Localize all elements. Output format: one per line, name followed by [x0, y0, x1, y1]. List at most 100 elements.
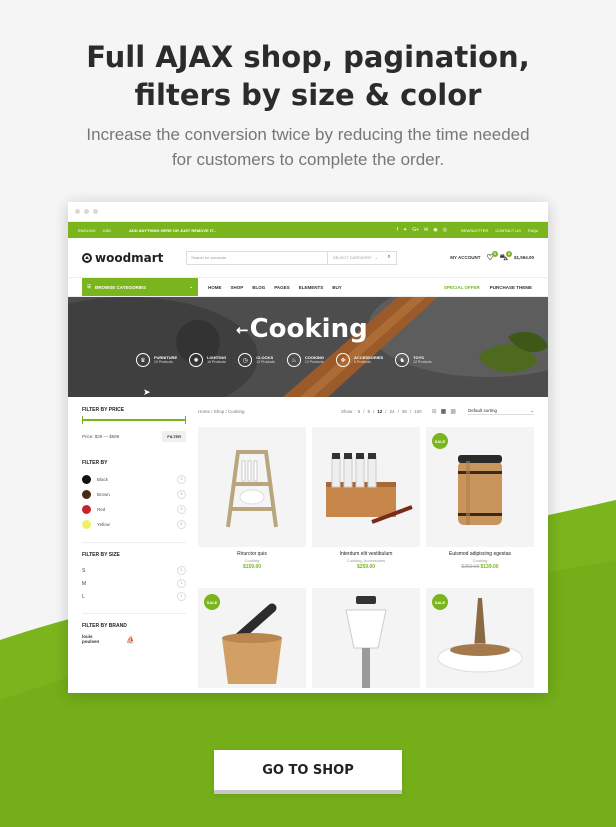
window-dot-icon — [84, 209, 89, 214]
banner-category-clocks[interactable]: ◷ CLOCKS 12 Products — [238, 353, 275, 367]
go-to-shop-button[interactable]: GO TO SHOP — [214, 750, 402, 794]
brand-filter-title: FILTER BY BRAND — [82, 623, 127, 629]
product-card[interactable] — [312, 588, 420, 688]
product-image[interactable]: SALE — [426, 588, 534, 688]
per-page-option[interactable]: 24 — [390, 409, 395, 414]
banner-category-accessories[interactable]: ❖ ACCESSORIES 6 Products — [336, 353, 383, 367]
category-count: 16 Products — [207, 360, 226, 364]
banner-category-lighting[interactable]: ✺ LIGHTING 16 Products — [189, 353, 226, 367]
product-card[interactable]: SALE — [426, 588, 534, 688]
cart-icon[interactable]: ⛍ 2 — [500, 250, 512, 263]
facebook-icon[interactable]: f — [397, 227, 398, 233]
special-offer-link[interactable]: SPECIAL OFFER — [444, 285, 480, 290]
menu-item-pages[interactable]: PAGES — [274, 285, 289, 290]
google-plus-icon[interactable]: G+ — [412, 227, 419, 233]
purchase-theme-link[interactable]: PURCHASE THEME — [490, 285, 532, 290]
menu-item-elements[interactable]: ELEMENTS — [299, 285, 324, 290]
product-name[interactable]: Rirurctor quis — [198, 551, 306, 558]
menu-item-home[interactable]: HOME — [208, 285, 222, 290]
divider — [82, 542, 186, 543]
color-count: 2 — [177, 475, 186, 484]
sort-select[interactable]: Default sorting ⌄ — [468, 408, 534, 415]
currency-select[interactable]: USD — [103, 228, 111, 233]
grid-4-icon[interactable]: ▩ — [450, 408, 456, 415]
menu-item-buy[interactable]: BUY — [332, 285, 342, 290]
product-image[interactable] — [312, 588, 420, 688]
product-card[interactable]: SALE Euismod adipiscing egestas Cooking … — [426, 427, 534, 582]
per-page-option[interactable]: 100 — [414, 409, 422, 414]
search-icon[interactable]: ⌕ — [382, 252, 396, 264]
product-name[interactable]: Interdum elit vestibulum — [312, 551, 420, 558]
color-option[interactable]: Yellow 2 — [82, 517, 186, 532]
color-option[interactable]: Black 2 — [82, 472, 186, 487]
banner-categories: ♛ FURNITURE 10 Products ✺ LIGHTING 16 Prod… — [136, 353, 432, 367]
sale-badge: SALE — [432, 594, 448, 610]
color-count: 3 — [177, 490, 186, 499]
faq-link[interactable]: FAQs — [528, 228, 538, 233]
newsletter-link[interactable]: NEWSLETTER — [461, 228, 488, 233]
color-count: 2 — [177, 520, 186, 529]
wishlist-icon[interactable]: ♡ 0 — [487, 251, 498, 262]
color-swatch — [82, 490, 91, 499]
category-select[interactable]: SELECT CATEGORY ⌄ — [327, 251, 382, 264]
cart-total[interactable]: $1,594.00 — [514, 255, 534, 260]
size-count: 1 — [177, 566, 186, 575]
twitter-icon[interactable]: ✦ — [403, 227, 407, 233]
hero-title: Full AJAX shop, pagination, filters by s… — [0, 38, 616, 114]
category-count: 12 Products — [413, 360, 432, 364]
hero-title-line2: filters by size & color — [134, 78, 482, 112]
product-image[interactable] — [312, 427, 420, 547]
product-name[interactable]: Euismod adipiscing egestas — [426, 551, 534, 558]
product-image[interactable] — [198, 427, 306, 547]
size-count: 1 — [177, 592, 186, 601]
color-option[interactable]: Red 3 — [82, 502, 186, 517]
product-card[interactable]: Rirurctor quis Cooking $159.00 — [198, 427, 306, 582]
per-page-option-selected[interactable]: 12 — [377, 409, 382, 414]
lightbulb-icon: ✺ — [189, 353, 204, 367]
product-card[interactable]: SALE — [198, 588, 306, 688]
banner-title-text: Cooking — [249, 314, 368, 344]
logo[interactable]: woodmart — [82, 251, 186, 265]
sort-label: Default sorting — [468, 407, 498, 413]
per-page-option[interactable]: 9 — [367, 409, 370, 414]
banner-category-cooking[interactable]: ♨ COOKING 12 Products — [286, 353, 324, 367]
email-icon[interactable]: ✉ — [424, 227, 428, 233]
price-slider[interactable] — [82, 416, 186, 424]
brand-logo-louis-poulsen[interactable]: louis poulsen — [82, 634, 100, 644]
breadcrumb[interactable]: Home / Shop / Cooking — [198, 409, 245, 414]
browse-categories-label: BROWSE CATEGORIES — [95, 284, 146, 290]
pinterest-icon[interactable]: ◉ — [433, 227, 437, 233]
category-banner: ←Cooking ♛ FURNITURE 10 Products ✺ LIGHTI… — [68, 297, 548, 397]
menu-item-shop[interactable]: SHOP — [231, 285, 244, 290]
toy-horse-icon: ♞ — [395, 353, 410, 367]
banner-category-toys[interactable]: ♞ TOYS 12 Products — [395, 353, 432, 367]
banner-category-furniture[interactable]: ♛ FURNITURE 10 Products — [136, 353, 177, 367]
search-input[interactable]: Search for products — [187, 255, 327, 260]
size-filter-title: FILTER BY SIZE — [82, 552, 120, 558]
product-card[interactable]: Interdum elit vestibulum Cooking, Access… — [312, 427, 420, 582]
grid-2-icon[interactable]: ⊞ — [432, 408, 437, 415]
product-price-value: $159.00 — [242, 564, 262, 570]
per-page-option[interactable]: 6 — [358, 409, 361, 414]
product-image[interactable]: SALE — [426, 427, 534, 547]
brand-logo-icon[interactable]: ⛵ — [126, 636, 135, 644]
color-option[interactable]: Brown 3 — [82, 487, 186, 502]
account-link[interactable]: MY ACCOUNT — [450, 255, 480, 260]
product-image[interactable]: SALE — [198, 588, 306, 688]
instagram-icon[interactable]: ◎ — [443, 227, 447, 233]
logo-mark-icon — [82, 252, 92, 263]
contact-link[interactable]: CONTACT US — [495, 228, 521, 233]
size-option[interactable]: M 1 — [82, 577, 186, 590]
filter-button[interactable]: FILTER — [162, 431, 186, 442]
menu-item-blog[interactable]: BLOG — [252, 285, 265, 290]
size-option[interactable]: L 1 — [82, 590, 186, 603]
size-option[interactable]: S 1 — [82, 564, 186, 577]
per-page-option[interactable]: 36 — [402, 409, 407, 414]
arrow-left-icon[interactable]: ← — [236, 321, 249, 339]
main-menu: HOME SHOP BLOG PAGES ELEMENTS BUY — [208, 285, 342, 290]
window-dot-icon — [93, 209, 98, 214]
category-select-label: SELECT CATEGORY — [333, 255, 372, 260]
language-select[interactable]: ENGLISH — [78, 228, 96, 233]
browse-categories-button[interactable]: ☰ BROWSE CATEGORIES ⌄ — [82, 278, 198, 296]
grid-3-icon[interactable]: ▦ — [441, 408, 447, 415]
